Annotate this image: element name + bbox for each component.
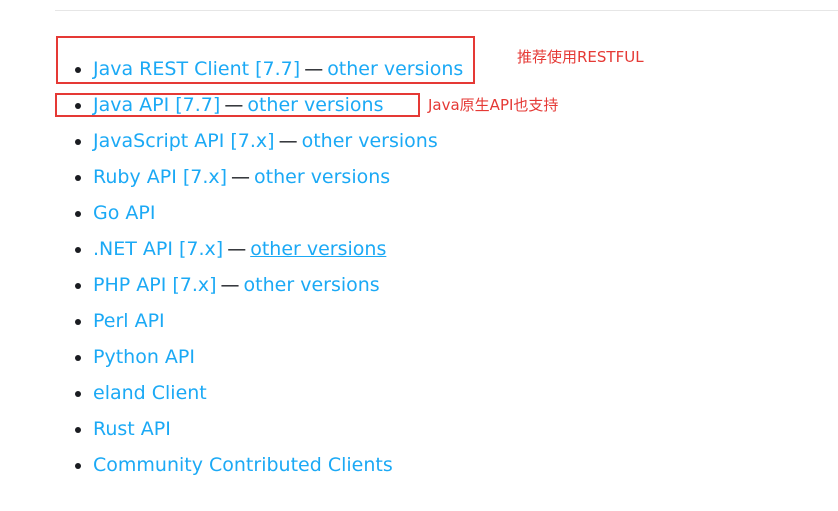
- separator-dash: —: [231, 166, 251, 188]
- list-item-perl-api: Perl API: [0, 303, 463, 339]
- bullet-icon: [75, 391, 81, 397]
- community-clients-link[interactable]: Community Contributed Clients: [93, 454, 393, 476]
- separator-dash: —: [220, 274, 240, 296]
- separator-dash: —: [227, 238, 247, 260]
- list-item-rust-api: Rust API: [0, 411, 463, 447]
- highlight-box-java-api: [55, 93, 420, 117]
- rust-api-link[interactable]: Rust API: [93, 418, 171, 440]
- separator-dash: —: [278, 130, 298, 152]
- ruby-api-link[interactable]: Ruby API [7.x]: [93, 166, 227, 188]
- annotation-rest-recommendation: 推荐使用RESTFUL: [517, 48, 644, 66]
- javascript-api-link[interactable]: JavaScript API [7.x]: [93, 130, 275, 152]
- list-item-community-clients: Community Contributed Clients: [0, 447, 463, 483]
- bullet-icon: [75, 139, 81, 145]
- php-api-other-versions-link[interactable]: other versions: [244, 274, 380, 296]
- dotnet-api-link[interactable]: .NET API [7.x]: [93, 238, 223, 260]
- list-item-eland-client: eland Client: [0, 375, 463, 411]
- list-item-ruby-api: Ruby API [7.x] — other versions: [0, 159, 463, 195]
- list-item-javascript-api: JavaScript API [7.x] — other versions: [0, 123, 463, 159]
- bullet-icon: [75, 319, 81, 325]
- bullet-icon: [75, 427, 81, 433]
- bullet-icon: [75, 211, 81, 217]
- bullet-icon: [75, 283, 81, 289]
- bullet-icon: [75, 175, 81, 181]
- list-item-dotnet-api: .NET API [7.x] — other versions: [0, 231, 463, 267]
- bullet-icon: [75, 247, 81, 253]
- bullet-icon: [75, 355, 81, 361]
- go-api-link[interactable]: Go API: [93, 202, 155, 224]
- ruby-api-other-versions-link[interactable]: other versions: [254, 166, 390, 188]
- eland-client-link[interactable]: eland Client: [93, 382, 207, 404]
- perl-api-link[interactable]: Perl API: [93, 310, 165, 332]
- list-item-go-api: Go API: [0, 195, 463, 231]
- python-api-link[interactable]: Python API: [93, 346, 195, 368]
- php-api-link[interactable]: PHP API [7.x]: [93, 274, 217, 296]
- top-divider: [55, 10, 838, 11]
- list-item-python-api: Python API: [0, 339, 463, 375]
- javascript-api-other-versions-link[interactable]: other versions: [302, 130, 438, 152]
- annotation-java-api-note: Java原生API也支持: [428, 96, 559, 114]
- highlight-box-java-rest-client: [56, 36, 475, 84]
- bullet-icon: [75, 463, 81, 469]
- list-item-php-api: PHP API [7.x] — other versions: [0, 267, 463, 303]
- dotnet-api-other-versions-link[interactable]: other versions: [250, 238, 386, 260]
